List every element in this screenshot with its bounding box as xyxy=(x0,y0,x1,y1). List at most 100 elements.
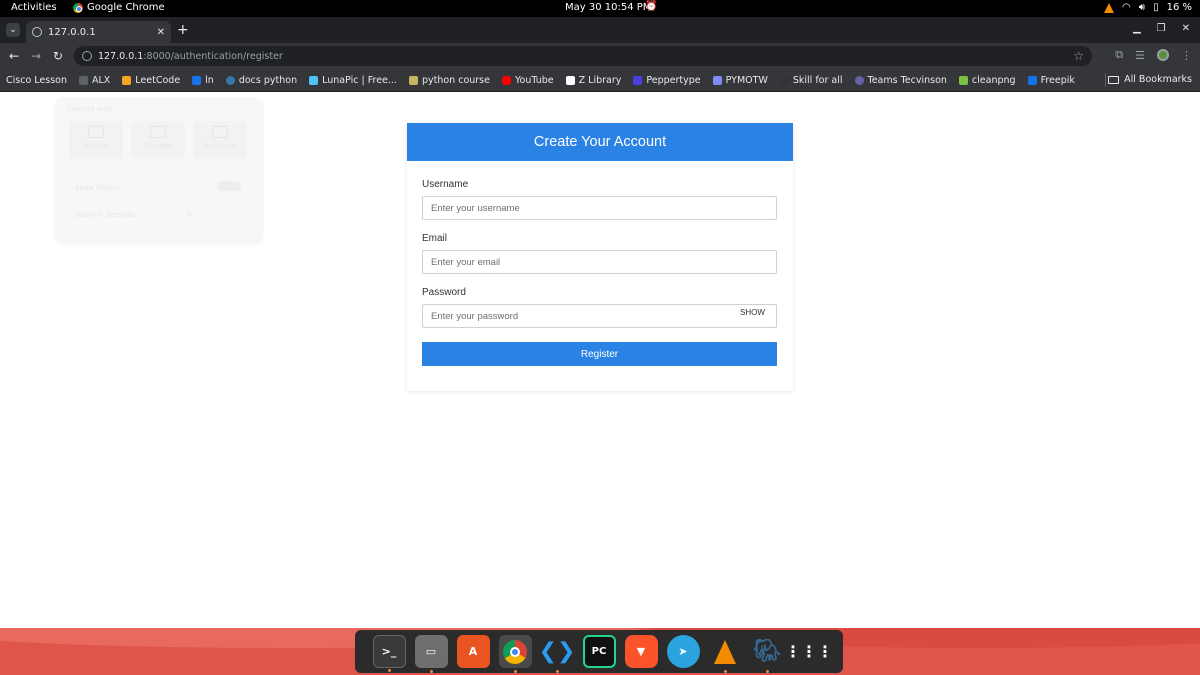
capture-screen-option[interactable]: Screen xyxy=(69,121,123,159)
bookmark-label: Teams Tecvinson xyxy=(867,74,947,86)
vlc-tray-icon[interactable] xyxy=(1104,2,1115,13)
new-tab-button[interactable]: + xyxy=(177,22,189,38)
username-label: Username xyxy=(422,179,469,190)
bookmark-item[interactable]: python course xyxy=(408,74,490,86)
minimize-icon[interactable]: ▁ xyxy=(1133,23,1141,34)
running-indicator xyxy=(723,670,727,673)
python-icon xyxy=(225,75,235,85)
bookmark-label: Cisco Lesson xyxy=(6,74,67,86)
address-bar[interactable]: 127.0.0.1:8000/authentication/register ☆ xyxy=(74,46,1092,66)
peppertype-icon xyxy=(633,75,643,85)
bookmark-label: Z Library xyxy=(578,74,622,86)
chrome-logo xyxy=(503,639,527,664)
delay-label: Delay in Seconds xyxy=(75,211,136,219)
forward-arrow-icon[interactable]: → xyxy=(31,49,41,63)
all-bookmarks-button[interactable]: All Bookmarks xyxy=(1108,74,1192,85)
screen-icon xyxy=(88,126,104,138)
profile-avatar[interactable] xyxy=(1157,49,1169,61)
password-input[interactable] xyxy=(422,304,777,328)
chrome-icon xyxy=(73,2,83,13)
url-host: 127.0.0.1 xyxy=(98,50,144,62)
option-label: Screen xyxy=(83,142,109,150)
bookmark-item[interactable]: ln xyxy=(192,75,214,86)
system-tray[interactable]: ◠ 🔊︎ ▯ 16 % xyxy=(1104,2,1192,13)
selection-icon xyxy=(212,126,228,138)
leetcode-icon xyxy=(122,75,132,85)
bookmark-item[interactable]: YouTube xyxy=(501,75,554,86)
capture-window-option[interactable]: Window xyxy=(131,121,185,159)
bookmark-item[interactable]: LunaPic | Free... xyxy=(309,75,397,86)
bookmark-star-icon[interactable]: ☆ xyxy=(1073,49,1084,63)
option-label: Selection xyxy=(203,142,237,150)
brave-icon[interactable]: ▼ xyxy=(624,635,658,668)
reading-list-icon[interactable]: ☰ xyxy=(1135,49,1145,62)
back-arrow-icon[interactable]: ← xyxy=(9,49,19,63)
linkedin-icon xyxy=(192,75,202,85)
close-window-icon[interactable]: ✕ xyxy=(1182,23,1190,34)
delay-value[interactable]: 0 xyxy=(187,211,191,219)
email-label: Email xyxy=(422,233,448,244)
bookmark-item[interactable]: Cisco Lesson xyxy=(6,75,67,86)
tab-active[interactable]: 127.0.0.1 ✕ xyxy=(26,21,171,43)
skillforall-icon xyxy=(779,75,789,85)
bookmarks-divider xyxy=(1105,73,1106,87)
bookmark-label: docs python xyxy=(238,74,298,86)
cleanpng-icon xyxy=(958,75,968,85)
vlc-icon[interactable] xyxy=(709,635,742,673)
youtube-icon xyxy=(501,75,511,85)
telegram-icon[interactable]: ➤ xyxy=(666,635,700,668)
email-input[interactable] xyxy=(422,250,777,274)
capture-selection-option[interactable]: Selection xyxy=(193,121,247,159)
bookmark-label: LeetCode xyxy=(135,74,181,86)
bookmark-item[interactable]: Z Library xyxy=(565,74,622,86)
bookmark-item[interactable]: Teams Tecvinson xyxy=(854,74,947,86)
bookmark-label: Freepik xyxy=(1040,74,1075,86)
terminal-icon[interactable]: >_ xyxy=(372,635,406,672)
bookmark-item[interactable]: Peppertype xyxy=(633,75,701,86)
toolbar: ← → ↻ 127.0.0.1:8000/authentication/regi… xyxy=(0,43,1200,69)
show-pointer-toggle[interactable] xyxy=(217,181,241,191)
show-apps-grid-icon[interactable]: ⋮⋮⋮ xyxy=(785,635,833,668)
course-icon xyxy=(408,75,418,85)
show-pointer-label: Show Pointer xyxy=(75,184,121,192)
bookmark-label: ln xyxy=(205,74,214,86)
tab-search-button[interactable]: ⌄ xyxy=(6,23,20,37)
close-tab-icon[interactable]: ✕ xyxy=(157,27,165,38)
app-name: Google Chrome xyxy=(87,2,165,13)
username-input[interactable] xyxy=(422,196,777,220)
bookmark-item[interactable]: Freepik xyxy=(1027,74,1075,86)
bookmark-item[interactable]: docs python xyxy=(225,74,298,86)
menu-kebab-icon[interactable]: ⋮ xyxy=(1181,49,1192,62)
bookmark-item[interactable]: PYMOTW xyxy=(712,75,768,86)
all-bookmarks-label: All Bookmarks xyxy=(1124,74,1192,85)
extensions-icon[interactable]: ⧉ xyxy=(1115,48,1123,62)
bookmark-label: LunaPic | Free... xyxy=(322,74,397,86)
battery-text: 16 % xyxy=(1166,2,1192,13)
clock[interactable]: May 30 10:54 PM xyxy=(565,2,651,13)
chrome-dock-icon[interactable] xyxy=(498,635,532,673)
pycharm-icon[interactable]: PC xyxy=(582,635,616,668)
bookmark-item[interactable]: ALX xyxy=(78,75,110,86)
window-icon xyxy=(150,126,166,138)
window-controls: ▁ ❐ ✕ xyxy=(1133,23,1190,34)
files-icon[interactable]: ▭ xyxy=(414,635,448,673)
dock: >_ ▭ A ❮❯ PC ▼ ➤ 🐘︎ ⋮⋮⋮ xyxy=(355,630,843,673)
bookmark-item[interactable]: LeetCode xyxy=(122,75,180,86)
bookmark-item[interactable]: Skill for all xyxy=(779,75,843,86)
app-center-icon[interactable]: A xyxy=(456,635,490,668)
vscode-icon[interactable]: ❮❯ xyxy=(539,635,575,673)
pgadmin-icon[interactable]: 🐘︎ xyxy=(751,635,784,673)
bookmark-item[interactable]: cleanpng xyxy=(958,75,1016,86)
bookmark-label: python course xyxy=(421,74,490,86)
register-button[interactable]: Register xyxy=(422,342,777,366)
restore-icon[interactable]: ❐ xyxy=(1157,23,1166,34)
app-menu[interactable]: Google Chrome xyxy=(73,2,165,13)
folder-icon xyxy=(1108,75,1120,84)
wifi-icon: ◠ xyxy=(1122,2,1131,13)
site-info-icon[interactable] xyxy=(82,51,92,61)
bookmarks-bar: Cisco Lesson ALX LeetCode ln docs python… xyxy=(0,69,1200,92)
reload-icon[interactable]: ↻ xyxy=(53,49,63,63)
activities-button[interactable]: Activities xyxy=(11,2,57,13)
running-indicator xyxy=(555,670,559,673)
show-password-button[interactable]: SHOW xyxy=(740,308,765,317)
